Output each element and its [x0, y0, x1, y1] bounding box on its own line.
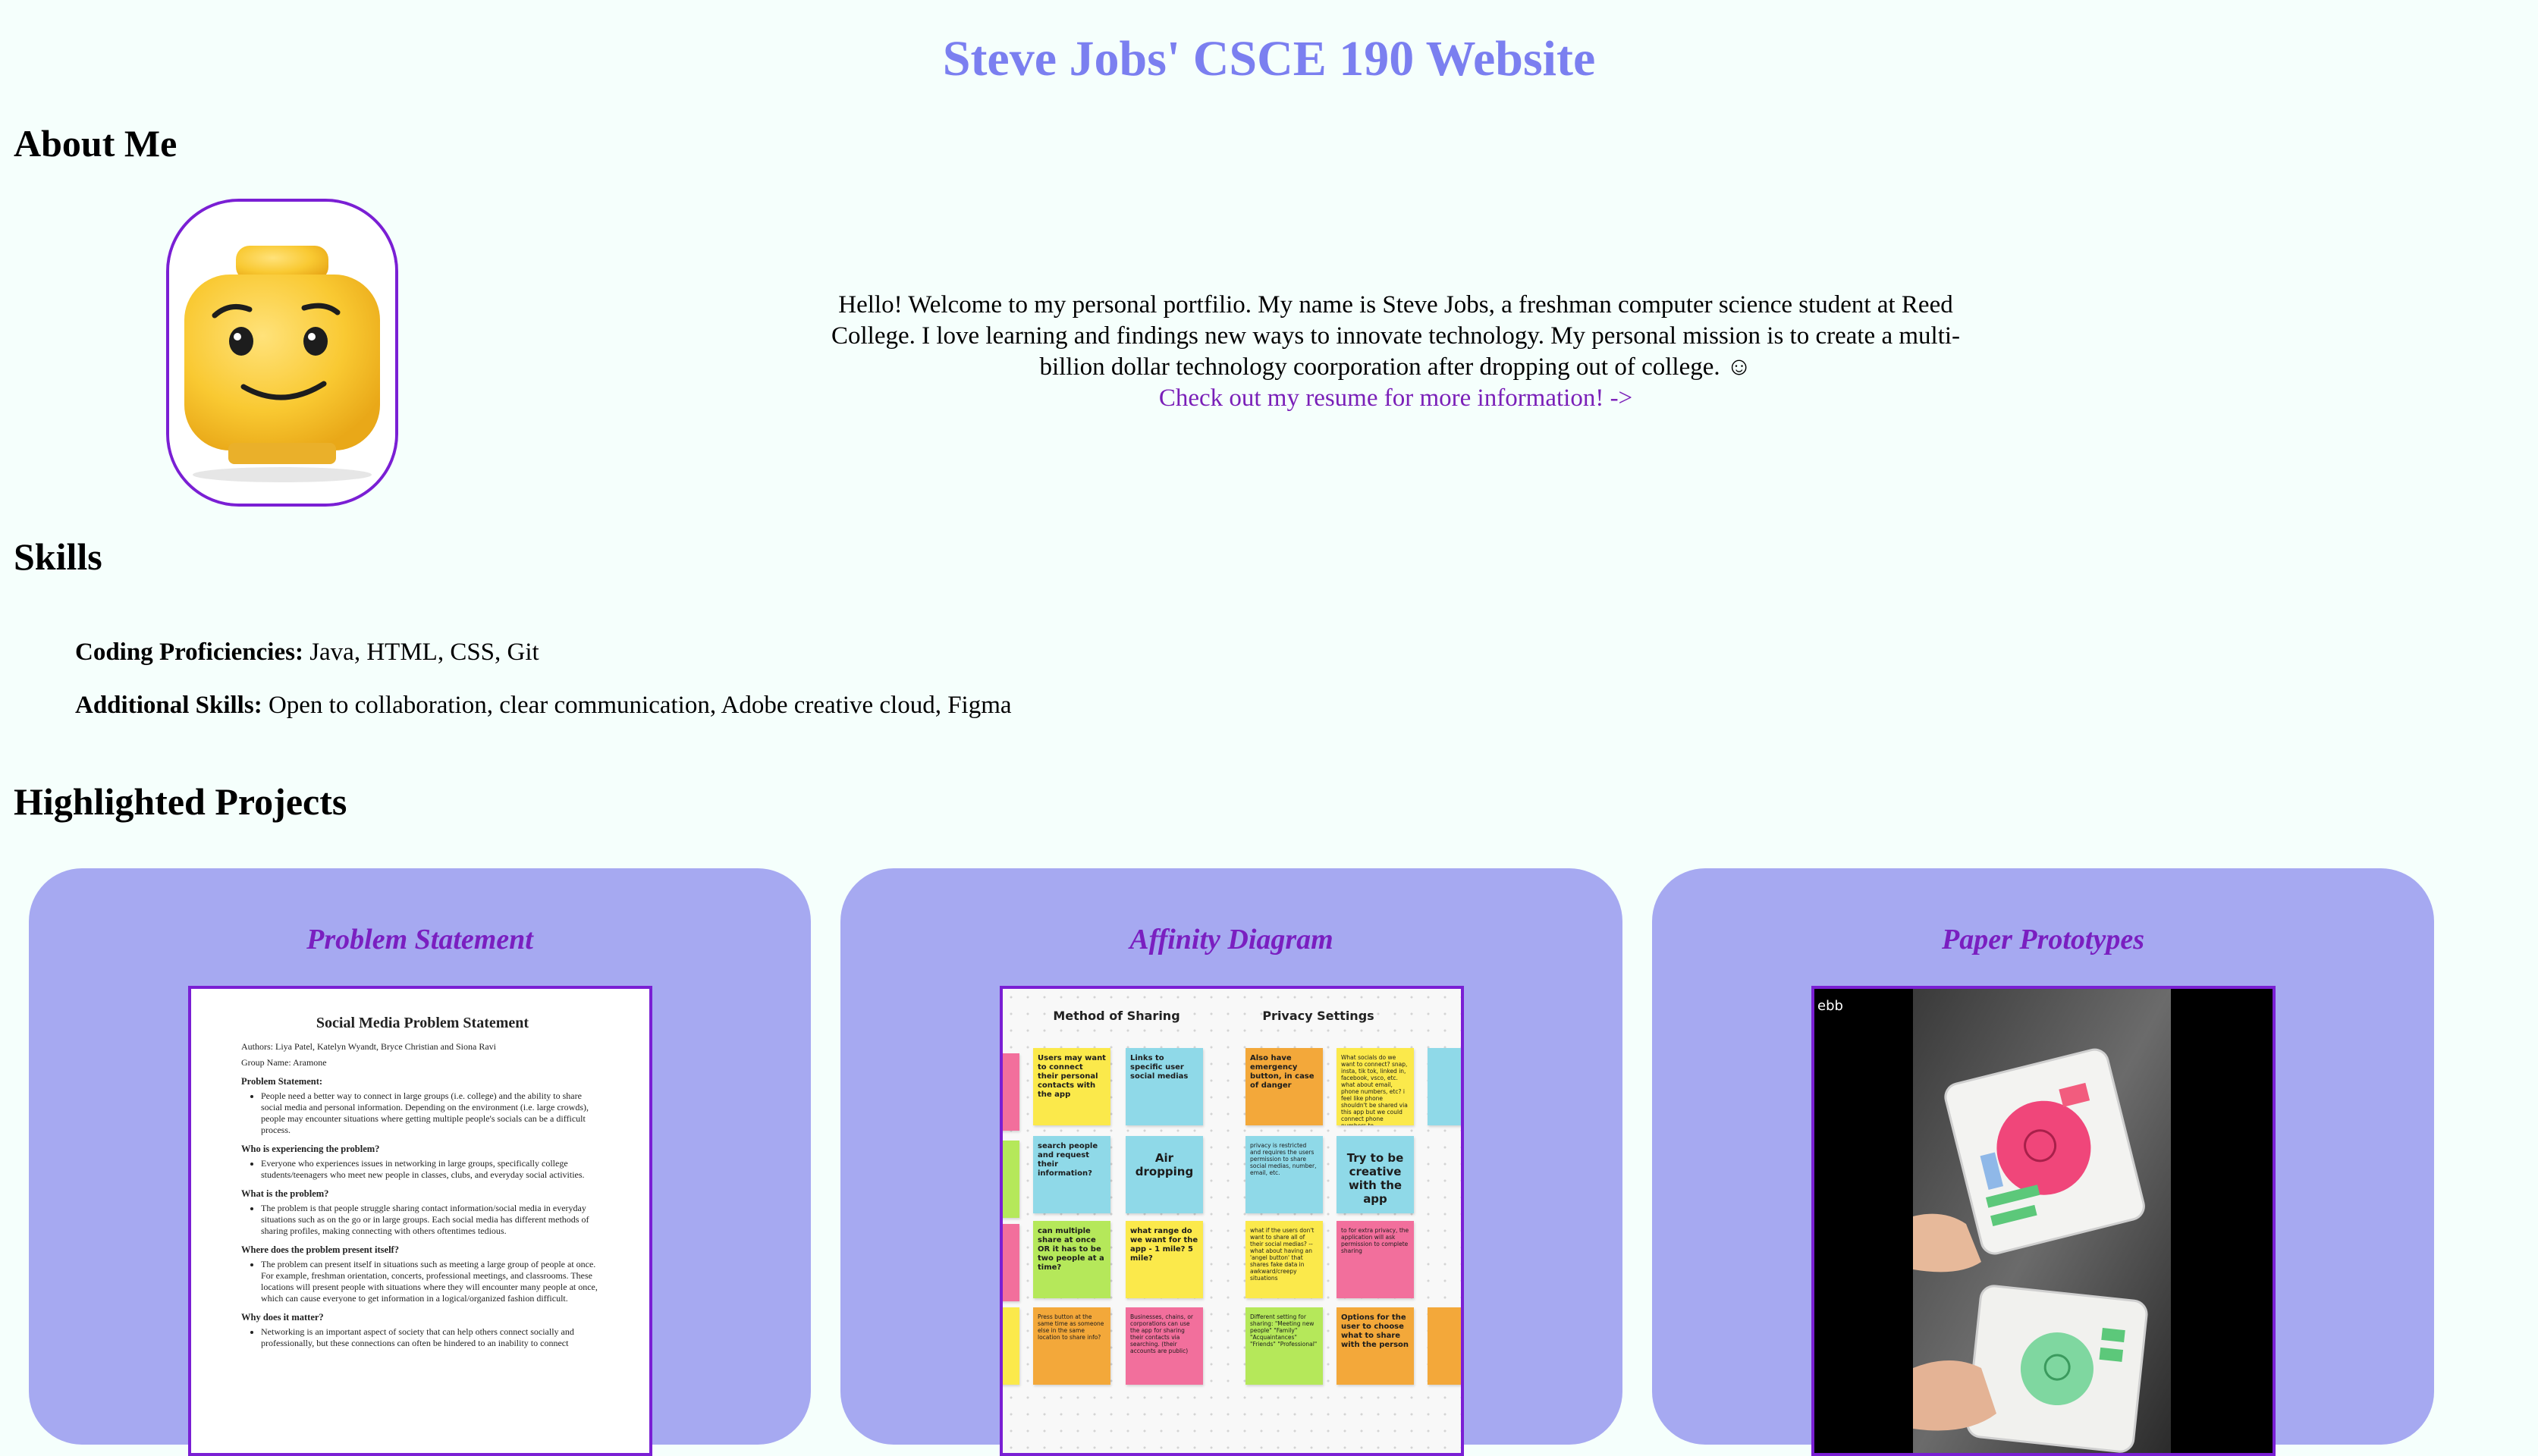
doc-group: Group Name: Aramone [241, 1057, 327, 1068]
doc-authors: Authors: Liya Patel, Katelyn Wyandt, Bry… [241, 1041, 496, 1052]
sticky-note: Try to be creative with the app [1337, 1136, 1414, 1213]
additional-label: Additional Skills: [75, 692, 262, 719]
sticky-note: Air dropping [1126, 1136, 1203, 1213]
sticky-note-edge [1003, 1141, 1019, 1218]
additional-value: Open to collaboration, clear communicati… [262, 692, 1012, 719]
doc-title: Social Media Problem Statement [316, 1015, 529, 1031]
sticky-note: Links to specific user social medias [1126, 1048, 1203, 1125]
doc-section-text: Everyone who experiences issues in netwo… [261, 1158, 604, 1181]
doc-section-heading: Who is experiencing the problem? [241, 1144, 380, 1154]
doc-section-heading: Where does the problem present itself? [241, 1244, 399, 1255]
intro-paragraph: Hello! Welcome to my personal portfilio.… [831, 291, 1961, 381]
sticky-note: Options for the user to choose what to s… [1337, 1307, 1414, 1385]
doc-section-text: Networking is an important aspect of soc… [261, 1326, 604, 1349]
affinity-diagram-thumbnail[interactable]: Method of Sharing Privacy Settings Users… [1000, 986, 1464, 1456]
sticky-note-edge [1428, 1307, 1461, 1385]
affinity-board: Method of Sharing Privacy Settings Users… [1003, 989, 1461, 1453]
coding-value: Java, HTML, CSS, Git [303, 639, 539, 666]
sticky-note: can multiple share at once OR it has to … [1033, 1221, 1110, 1298]
lego-head-image [169, 202, 395, 504]
doc-section-heading: Why does it matter? [241, 1312, 324, 1323]
sticky-note: privacy is restricted and requires the u… [1245, 1136, 1323, 1213]
skills-heading: Skills [14, 535, 102, 578]
resume-link[interactable]: Check out my resume for more information… [1159, 384, 1632, 412]
doc-section-text: The problem can present itself in situat… [261, 1259, 604, 1304]
sticky-note-edge [1003, 1224, 1019, 1301]
profile-avatar [166, 199, 398, 507]
coding-label: Coding Proficiencies: [75, 639, 303, 666]
sticky-note: search people and request their informat… [1033, 1136, 1110, 1213]
project-card-paper-prototypes: Paper Prototypes ebb [1652, 868, 2434, 1456]
project-card-affinity-diagram: Affinity Diagram Method of Sharing Priva… [840, 868, 1622, 1456]
sticky-note-edge [1428, 1048, 1461, 1125]
about-heading: About Me [14, 122, 177, 165]
sticky-note-edge [1003, 1053, 1019, 1131]
project-title-paper-prototypes[interactable]: Paper Prototypes [1652, 923, 2434, 956]
sticky-note: Users may want to connect their personal… [1033, 1048, 1110, 1125]
prototype-video-frame [1913, 989, 2171, 1453]
doc-section-text: The problem is that people struggle shar… [261, 1203, 604, 1237]
video-player[interactable]: ebb [1814, 989, 2273, 1453]
video-label: ebb [1817, 998, 1843, 1014]
document-preview: Social Media Problem Statement Authors: … [191, 989, 649, 1349]
sticky-note: What socials do we want to connect? snap… [1337, 1048, 1414, 1125]
project-title-affinity-diagram[interactable]: Affinity Diagram [840, 923, 1622, 956]
sticky-note: Businesses, chains, or corporations can … [1126, 1307, 1203, 1385]
board-column-heading: Privacy Settings [1262, 1009, 1374, 1023]
additional-skills: Additional Skills: Open to collaboration… [75, 690, 1012, 720]
sticky-note: what if the users don't want to share al… [1245, 1221, 1323, 1298]
sticky-note: Also have emergency button, in case of d… [1245, 1048, 1323, 1125]
doc-section-text: People need a better way to connect in l… [261, 1090, 604, 1136]
board-column-heading: Method of Sharing [1053, 1009, 1180, 1023]
project-title-problem-statement[interactable]: Problem Statement [29, 923, 811, 956]
doc-section-heading: Problem Statement: [241, 1076, 323, 1087]
problem-statement-thumbnail[interactable]: Social Media Problem Statement Authors: … [188, 986, 652, 1456]
sticky-note: what range do we want for the app - 1 mi… [1126, 1221, 1203, 1298]
paper-prototypes-video[interactable]: ebb [1811, 986, 2276, 1456]
sticky-note: to for extra privacy, the application wi… [1337, 1221, 1414, 1298]
skills-list: Coding Proficiencies: Java, HTML, CSS, G… [75, 637, 1012, 743]
coding-skills: Coding Proficiencies: Java, HTML, CSS, G… [75, 637, 1012, 667]
projects-heading: Highlighted Projects [14, 780, 347, 823]
doc-section-heading: What is the problem? [241, 1188, 329, 1199]
site-title: Steve Jobs' CSCE 190 Website [942, 31, 1596, 86]
sticky-note-edge [1003, 1307, 1019, 1385]
sticky-note: Different setting for sharing: "Meeting … [1245, 1307, 1323, 1385]
project-card-problem-statement: Problem Statement Social Media Problem S… [29, 868, 811, 1456]
intro-text: Hello! Welcome to my personal portfilio.… [819, 290, 1972, 414]
sticky-note: Press button at the same time as someone… [1033, 1307, 1110, 1385]
